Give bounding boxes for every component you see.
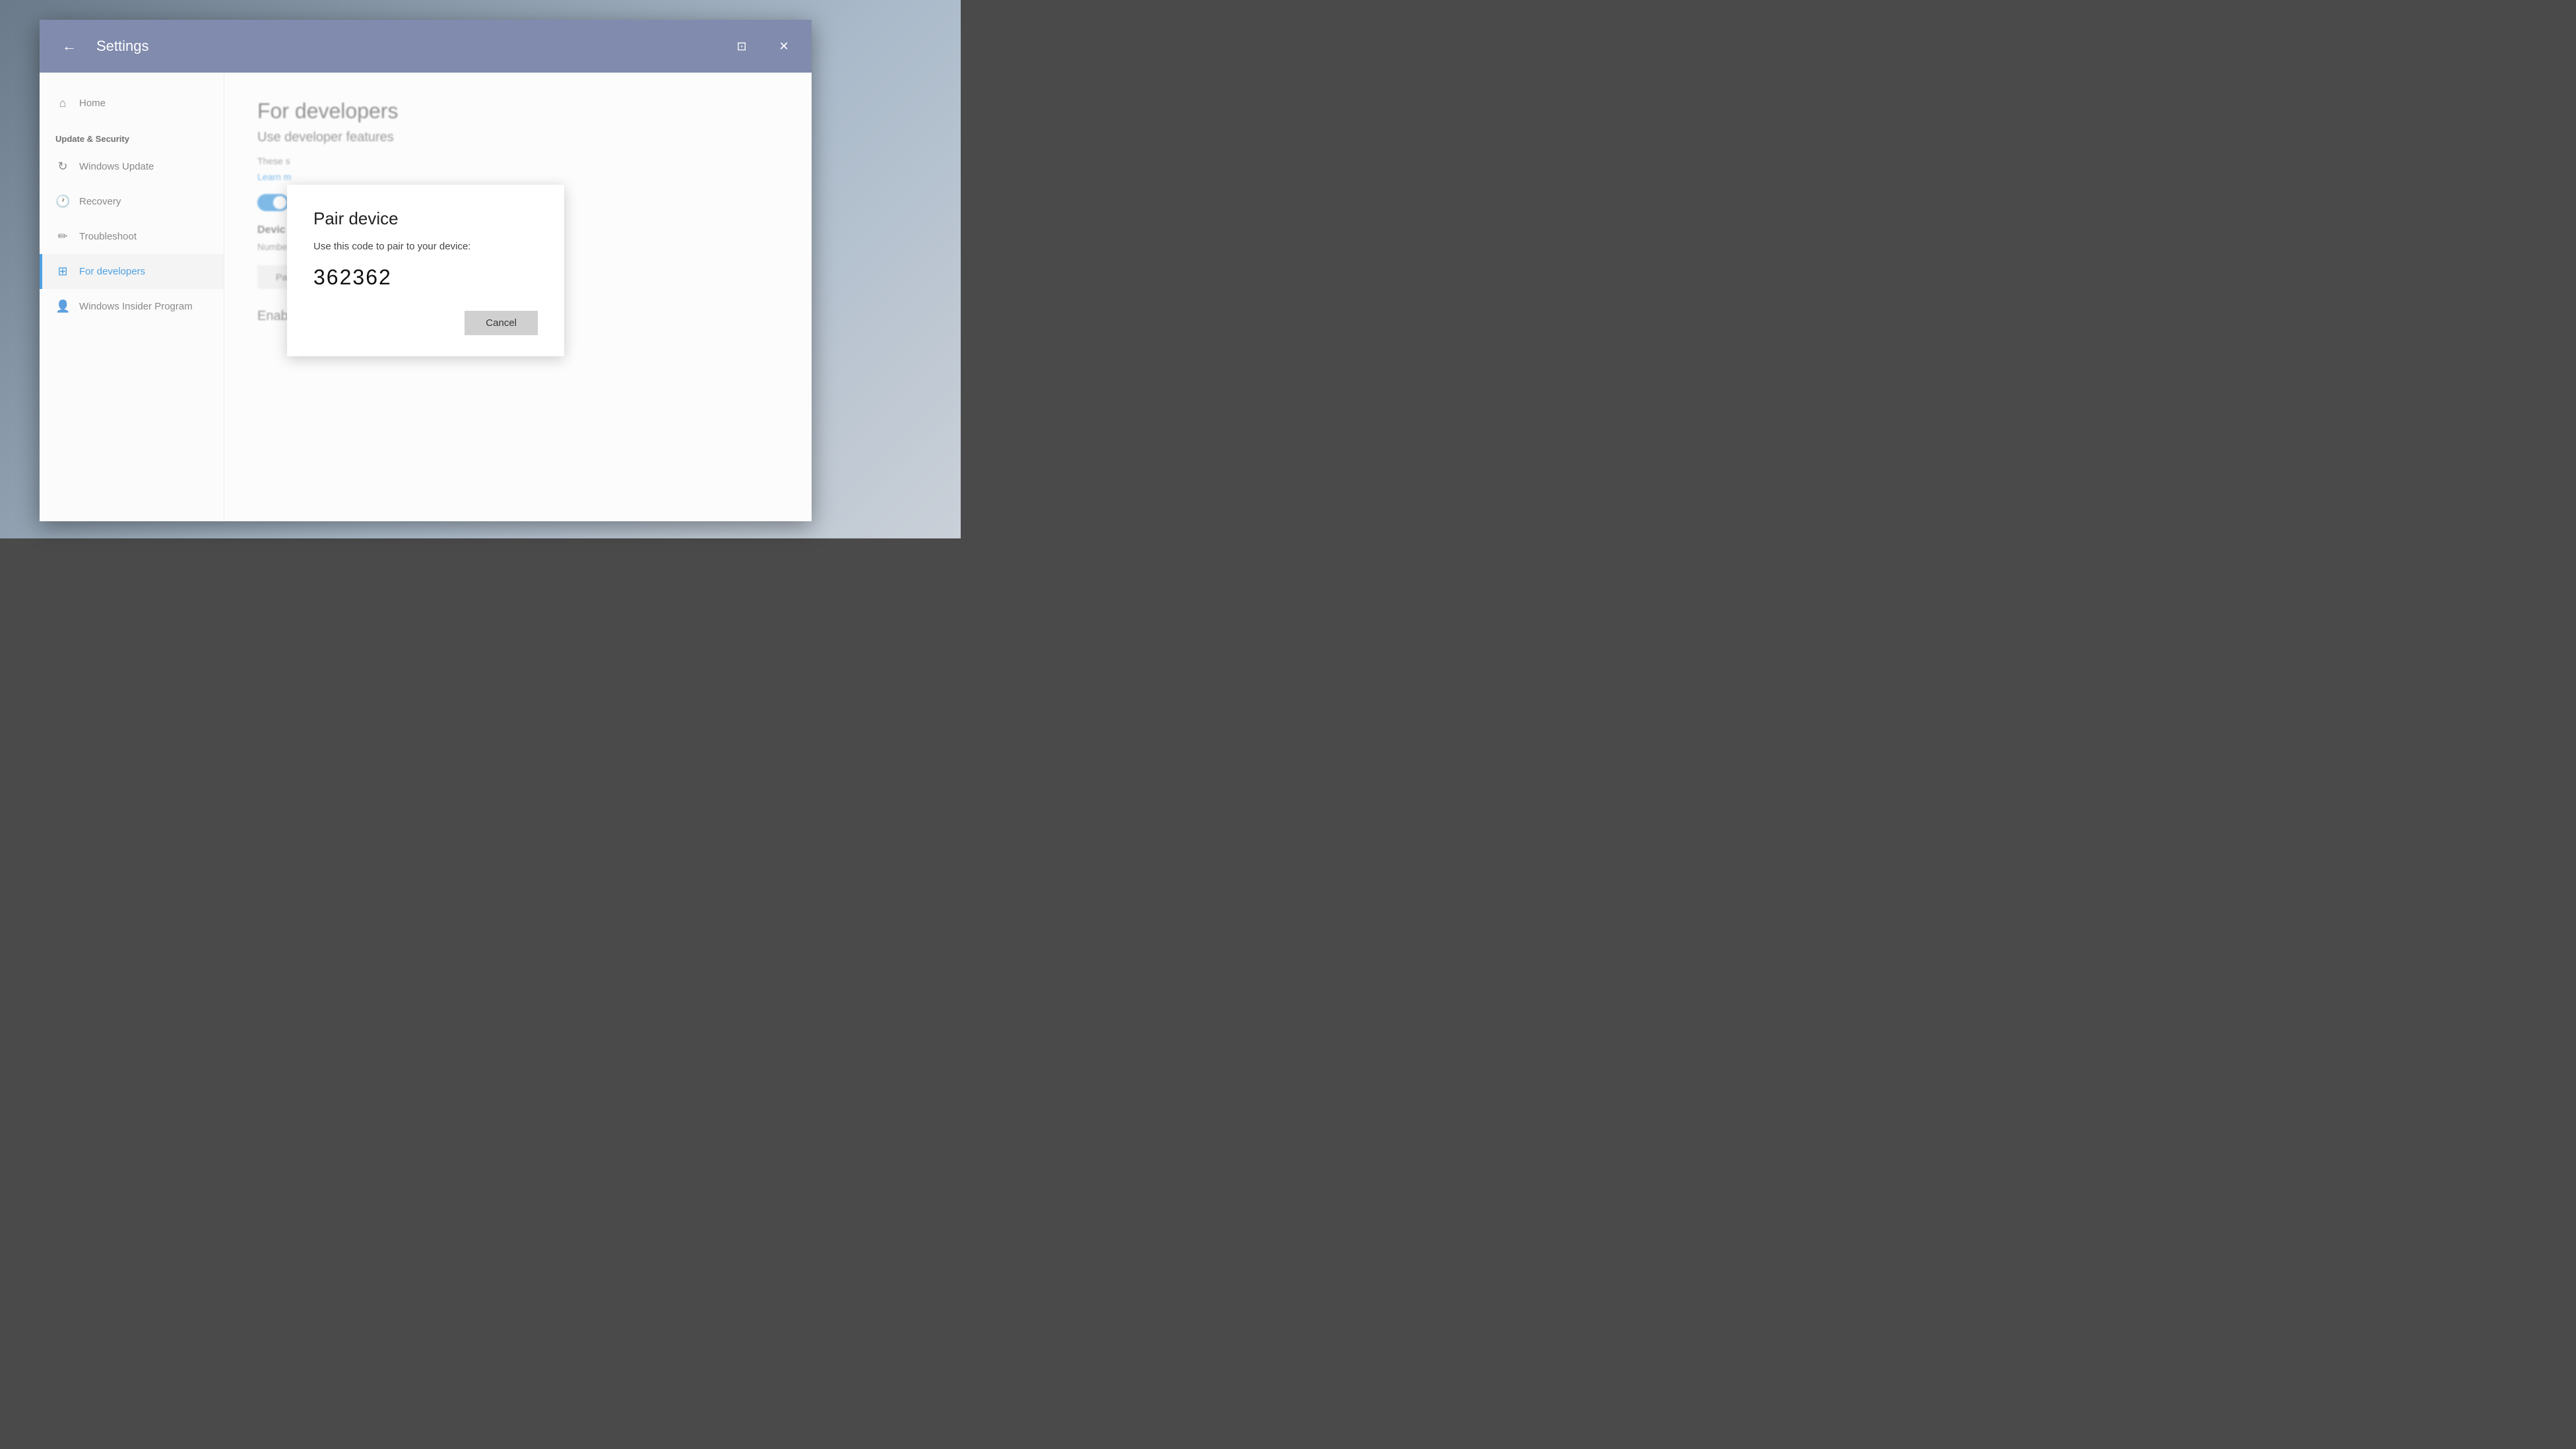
settings-window: ← Settings ⊡ ✕ ⌂ Home Update & Security … <box>40 20 812 521</box>
dialog-title: Pair device <box>313 209 538 229</box>
dialog-buttons: Cancel <box>313 311 538 335</box>
modal-overlay: Pair device Use this code to pair to you… <box>40 73 812 521</box>
cancel-button[interactable]: Cancel <box>465 311 538 335</box>
dialog-description: Use this code to pair to your device: <box>313 241 538 252</box>
content-area: ⌂ Home Update & Security ↻ Windows Updat… <box>40 73 812 521</box>
pair-device-dialog: Pair device Use this code to pair to you… <box>287 185 564 356</box>
pairing-code: 362362 <box>313 265 538 290</box>
